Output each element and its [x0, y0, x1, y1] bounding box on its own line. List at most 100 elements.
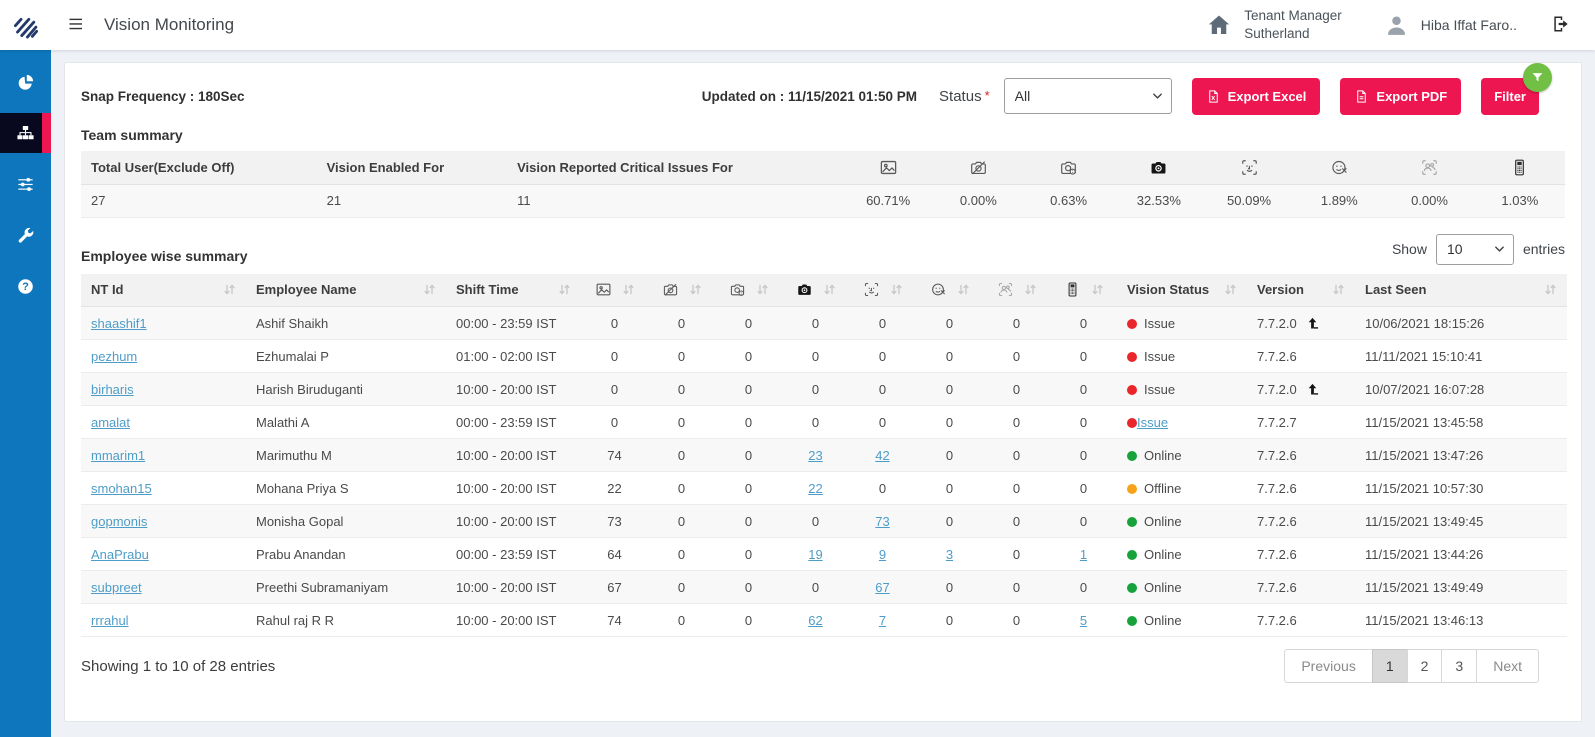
- metric-count-cell: 0: [782, 339, 849, 373]
- metric-count-link[interactable]: 9: [879, 547, 886, 562]
- nt-id-link[interactable]: pezhum: [91, 349, 137, 364]
- metric-count-link[interactable]: 62: [808, 613, 822, 628]
- export-excel-button[interactable]: Export Excel: [1191, 77, 1321, 115]
- upgrade-arrow-icon: [1306, 383, 1319, 396]
- column-header-shift-time[interactable]: Shift Time: [446, 273, 581, 307]
- status-select[interactable]: All: [1003, 78, 1172, 114]
- shift-time-cell: 10:00 - 20:00 IST: [446, 438, 581, 472]
- team-summary-value: 21: [316, 184, 508, 218]
- user-menu[interactable]: Hiba Iffat Faro..: [1384, 13, 1517, 38]
- employee-row: birharis Harish Biruduganti 10:00 - 20:00 …: [81, 372, 1567, 406]
- face-mismatch-column-header[interactable]: [916, 273, 983, 307]
- camera-alert-column-header[interactable]: [715, 273, 782, 307]
- image-column-header[interactable]: [581, 273, 648, 307]
- column-header-last-seen[interactable]: Last Seen: [1355, 273, 1567, 307]
- sidebar-item-help[interactable]: [0, 266, 51, 306]
- multiple-persons-icon: [997, 281, 1014, 298]
- mobile-phone-column-header: [1474, 151, 1565, 185]
- version-cell: 7.7.2.6: [1247, 471, 1355, 505]
- updated-on-label: Updated on : 11/15/2021 01:50 PM: [701, 88, 918, 104]
- column-header-vision-status[interactable]: Vision Status: [1117, 273, 1247, 307]
- face-scan-column-header: [1203, 151, 1295, 185]
- metric-count-link[interactable]: 22: [808, 481, 822, 496]
- nt-id-link[interactable]: rrrahul: [91, 613, 129, 628]
- nt-id-link[interactable]: gopmonis: [91, 514, 147, 529]
- sidebar-item-preferences[interactable]: [0, 164, 51, 204]
- metric-count-cell: 62: [782, 603, 849, 637]
- status-label[interactable]: Issue: [1137, 415, 1168, 430]
- face-mismatch-icon: [1330, 158, 1349, 177]
- metric-count-link[interactable]: 42: [875, 448, 889, 463]
- column-header-nt-id[interactable]: NT Id: [81, 273, 246, 307]
- sliders-icon: [16, 175, 35, 194]
- nt-id-link[interactable]: birharis: [91, 382, 134, 397]
- metric-count-cell: 0: [715, 372, 782, 406]
- metric-count-link[interactable]: 19: [808, 547, 822, 562]
- employee-summary-title: Employee wise summary: [81, 247, 248, 264]
- pagination-previous[interactable]: Previous: [1284, 649, 1373, 683]
- metric-count: 0: [945, 348, 954, 364]
- metric-count-link[interactable]: 5: [1080, 613, 1087, 628]
- nt-id-link[interactable]: subpreet: [91, 580, 142, 595]
- menu-toggle-button[interactable]: [64, 12, 90, 38]
- multiple-persons-column-header[interactable]: [983, 273, 1050, 307]
- logout-button[interactable]: [1551, 14, 1571, 37]
- version-cell: 7.7.2.6: [1247, 603, 1355, 637]
- nt-id-cell: AnaPrabu: [81, 537, 246, 571]
- metric-count-link[interactable]: 67: [875, 580, 889, 595]
- page-size-select[interactable]: 10: [1435, 233, 1514, 265]
- metric-count-cell: 0: [581, 372, 648, 406]
- metric-count-link[interactable]: 23: [808, 448, 822, 463]
- team-summary-percent: 1.03%: [1474, 184, 1565, 218]
- pagination-page-1[interactable]: 1: [1371, 649, 1408, 683]
- metric-count: 0: [945, 315, 954, 331]
- pie-chart-icon: [16, 73, 35, 92]
- pagination-next[interactable]: Next: [1476, 649, 1539, 683]
- column-header-employee-name[interactable]: Employee Name: [246, 273, 446, 307]
- nt-id-link[interactable]: mmarim1: [91, 448, 145, 463]
- status-dot: [1127, 450, 1137, 461]
- status-dot: [1127, 384, 1137, 395]
- metric-count-cell: 0: [983, 306, 1050, 340]
- sidebar-item-dashboard[interactable]: [0, 62, 51, 102]
- camera-covered-column-header[interactable]: [782, 273, 849, 307]
- metric-count-cell: 0: [648, 339, 715, 373]
- required-asterisk: *: [984, 87, 990, 103]
- metric-count: 0: [1012, 579, 1021, 595]
- version-value: 7.7.2.6: [1257, 447, 1297, 463]
- sidebar-item-team-monitoring[interactable]: [0, 113, 51, 153]
- employee-name-cell: Ezhumalai P: [246, 339, 446, 373]
- nt-id-link[interactable]: smohan15: [91, 481, 152, 496]
- metric-count: 0: [744, 546, 753, 562]
- metric-count: 0: [677, 414, 686, 430]
- column-header-version[interactable]: Version: [1247, 273, 1355, 307]
- metric-count-link[interactable]: 73: [875, 514, 889, 529]
- metric-count: 0: [744, 315, 753, 331]
- metric-count-cell: 0: [648, 306, 715, 340]
- vision-status-cell: Issue: [1117, 405, 1247, 439]
- sidebar-item-tools[interactable]: [0, 215, 51, 255]
- employee-name-cell: Rahul raj R R: [246, 603, 446, 637]
- metric-count-cell: 0: [983, 570, 1050, 604]
- export-pdf-button[interactable]: Export PDF: [1340, 77, 1462, 115]
- mobile-phone-column-header[interactable]: [1050, 273, 1117, 307]
- metric-count: 0: [878, 414, 887, 430]
- tenant-info[interactable]: Tenant Manager Sutherland: [1206, 7, 1342, 43]
- face-scan-icon: [1240, 158, 1259, 177]
- nt-id-link[interactable]: amalat: [91, 415, 130, 430]
- status-dot: [1127, 615, 1137, 626]
- face-mismatch-column-header: [1294, 151, 1385, 185]
- camera-off-column-header[interactable]: [648, 273, 715, 307]
- metric-count-link[interactable]: 1: [1080, 547, 1087, 562]
- version-cell: 7.7.2.6: [1247, 504, 1355, 538]
- face-scan-column-header[interactable]: [849, 273, 916, 307]
- nt-id-link[interactable]: shaashif1: [91, 316, 147, 331]
- pagination-page-2[interactable]: 2: [1406, 649, 1443, 683]
- metric-count: 0: [945, 480, 954, 496]
- nt-id-link[interactable]: AnaPrabu: [91, 547, 149, 562]
- pagination-page-3[interactable]: 3: [1441, 649, 1478, 683]
- metric-count-link[interactable]: 7: [879, 613, 886, 628]
- metric-count-link[interactable]: 3: [946, 547, 953, 562]
- filter-badge[interactable]: [1523, 62, 1552, 92]
- metric-count-cell: 0: [916, 504, 983, 538]
